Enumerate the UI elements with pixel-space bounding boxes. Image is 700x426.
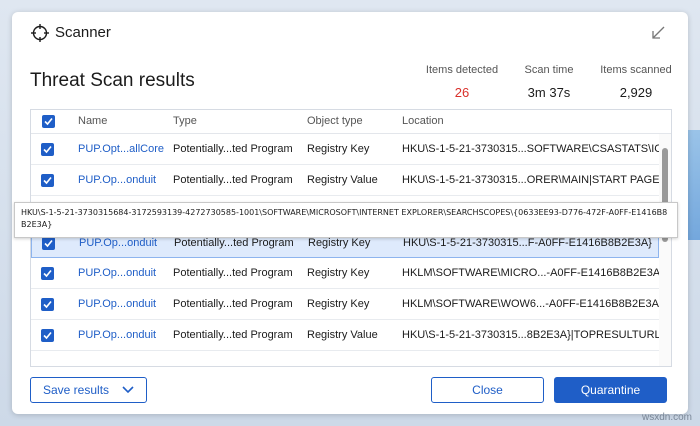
chevron-down-icon: [122, 386, 134, 394]
crosshair-icon: [31, 24, 49, 42]
stat-value: 2,929: [619, 85, 653, 100]
column-header-object-type[interactable]: Object type: [307, 115, 363, 127]
row-checkbox[interactable]: [42, 237, 55, 250]
table-row[interactable]: PUP.Op...onduit Potentially...ted Program…: [31, 289, 663, 320]
cell-location: HKU\S-1-5-21-3730315...ORER\MAIN|START P…: [402, 174, 660, 186]
stat-label: Items detected: [425, 64, 499, 76]
watermark: wsxdn.com: [641, 412, 692, 423]
close-button[interactable]: Close: [431, 377, 544, 403]
checkmark-icon: [44, 117, 53, 126]
cell-object-type: Registry Key: [307, 298, 370, 310]
checkmark-icon: [43, 300, 52, 309]
cell-type: Potentially...ted Program: [173, 329, 293, 341]
cell-type: Potentially...ted Program: [174, 237, 294, 249]
checkmark-icon: [43, 269, 52, 278]
title-bar: Scanner: [12, 12, 688, 56]
row-checkbox[interactable]: [41, 329, 54, 342]
results-table: Name Type Object type Location PUP.Opt..…: [30, 109, 672, 367]
window-title: Scanner: [55, 24, 111, 41]
stat-label: Scan time: [524, 64, 574, 76]
quarantine-button[interactable]: Quarantine: [554, 377, 667, 403]
table-row[interactable]: PUP.Op...onduit Potentially...ted Program…: [31, 320, 661, 351]
row-checkbox[interactable]: [41, 298, 54, 311]
cell-location: HKLM\SOFTWARE\WOW6...-A0FF-E1416B8B2E3A}: [402, 298, 663, 310]
cell-object-type: Registry Value: [307, 329, 378, 341]
column-header-name[interactable]: Name: [78, 115, 107, 127]
table-row[interactable]: PUP.Opt...allCore Potentially...ted Progr…: [31, 134, 663, 165]
cell-type: Potentially...ted Program: [173, 143, 293, 155]
column-header-location[interactable]: Location: [402, 115, 444, 127]
stat-items-detected: Items detected 26: [424, 64, 500, 100]
restore-arrow-icon[interactable]: [650, 25, 666, 41]
cell-name[interactable]: PUP.Opt...allCore: [78, 143, 164, 155]
cell-type: Potentially...ted Program: [173, 174, 293, 186]
cell-object-type: Registry Key: [308, 237, 371, 249]
save-results-label: Save results: [43, 383, 110, 397]
cell-name[interactable]: PUP.Op...onduit: [78, 174, 156, 186]
cell-name[interactable]: PUP.Op...onduit: [78, 267, 156, 279]
save-results-button[interactable]: Save results: [30, 377, 147, 403]
select-all-checkbox[interactable]: [42, 115, 55, 128]
stat-value: 3m 37s: [527, 85, 571, 100]
checkmark-icon: [43, 176, 52, 185]
cell-location: HKLM\SOFTWARE\MICRO...-A0FF-E1416B8B2E3A…: [402, 267, 664, 279]
stat-items-scanned: Items scanned 2,929: [598, 64, 674, 100]
column-header-type[interactable]: Type: [173, 115, 197, 127]
checkmark-icon: [43, 145, 52, 154]
cell-type: Potentially...ted Program: [173, 267, 293, 279]
cell-name[interactable]: PUP.Op...onduit: [78, 298, 156, 310]
cell-name[interactable]: PUP.Op...onduit: [79, 237, 157, 249]
table-header: Name Type Object type Location: [31, 110, 671, 134]
cell-location: HKU\S-1-5-21-3730315...8B2E3A}|TOPRESULT…: [402, 329, 661, 341]
cell-object-type: Registry Key: [307, 267, 370, 279]
table-row[interactable]: PUP.Op...onduit Potentially...ted Program…: [31, 258, 664, 289]
cell-object-type: Registry Value: [307, 174, 378, 186]
cell-location: HKU\S-1-5-21-3730315...SOFTWARE\CSASTATS…: [402, 143, 663, 155]
stat-value: 26: [454, 85, 470, 100]
stat-scan-time: Scan time 3m 37s: [517, 64, 581, 100]
cell-name[interactable]: PUP.Op...onduit: [78, 329, 156, 341]
page-title: Threat Scan results: [30, 70, 195, 91]
cell-location: HKU\S-1-5-21-3730315...F-A0FF-E1416B8B2E…: [403, 237, 652, 249]
row-checkbox[interactable]: [41, 174, 54, 187]
stat-label: Items scanned: [600, 64, 672, 76]
row-checkbox[interactable]: [41, 143, 54, 156]
checkmark-icon: [43, 331, 52, 340]
scanner-window: Scanner Threat Scan results Items detect…: [12, 12, 688, 414]
table-row[interactable]: PUP.Op...onduit Potentially...ted Program…: [31, 165, 660, 196]
vertical-scrollbar[interactable]: [659, 134, 671, 366]
row-checkbox[interactable]: [41, 267, 54, 280]
cell-type: Potentially...ted Program: [173, 298, 293, 310]
checkmark-icon: [44, 239, 53, 248]
location-tooltip: HKU\S-1-5-21-3730315684-3172593139-42727…: [14, 202, 678, 238]
cell-object-type: Registry Key: [307, 143, 370, 155]
